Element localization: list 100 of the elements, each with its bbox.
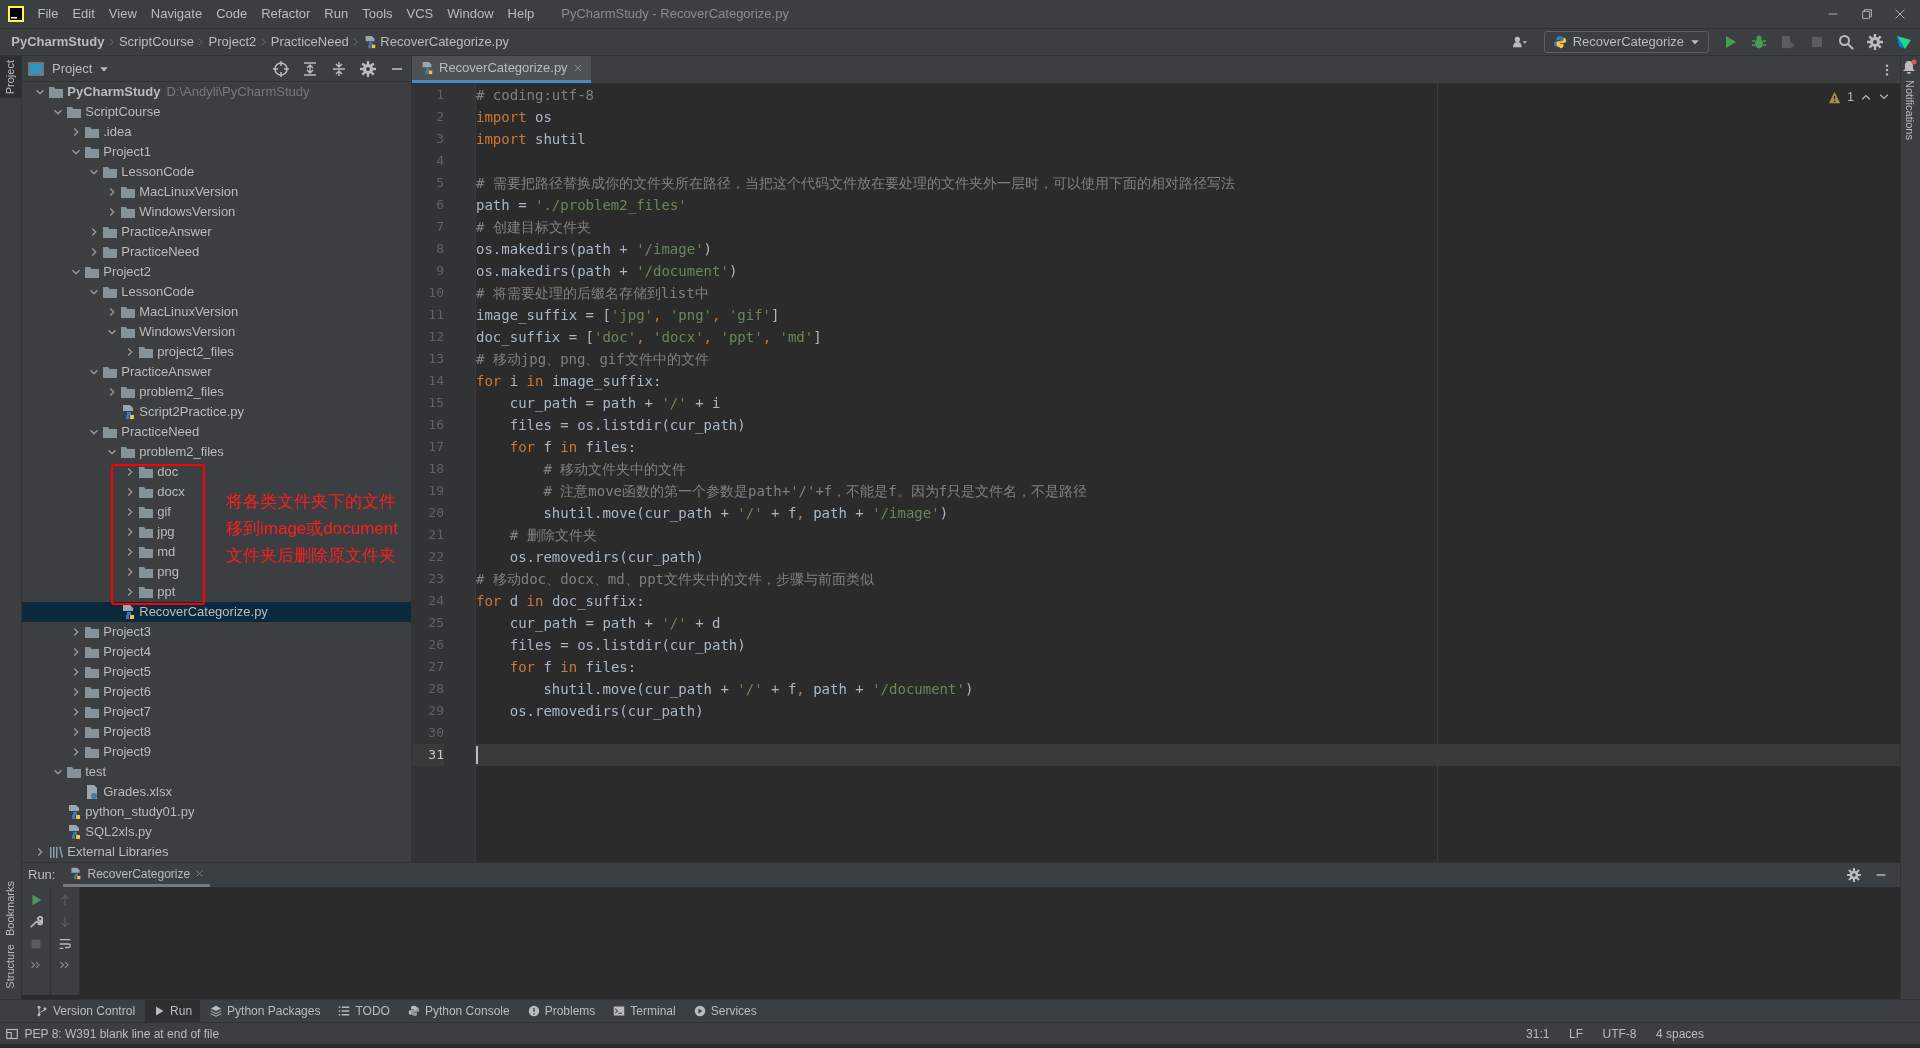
tree-item[interactable]: jpg bbox=[122, 522, 177, 542]
code-line: # 创建目标文件夹 bbox=[476, 218, 591, 237]
tree-item[interactable]: PracticeNeed bbox=[86, 422, 202, 442]
tree-item[interactable]: MacLinuxVersion bbox=[104, 182, 241, 202]
run-configuration-dropdown[interactable]: RecoverCategorize bbox=[1543, 31, 1709, 53]
menu-item[interactable]: Window bbox=[440, 4, 501, 24]
side-tab[interactable]: Project bbox=[0, 56, 21, 99]
tree-item[interactable]: LessonCode bbox=[86, 282, 197, 302]
side-tab[interactable]: Structure bbox=[0, 939, 21, 993]
breadcrumb[interactable]: PyCharmStudy bbox=[11, 32, 105, 52]
tree-item[interactable]: Grades.xlsx bbox=[68, 782, 174, 802]
side-tab[interactable]: Bookmarks bbox=[0, 876, 21, 940]
tree-item[interactable]: PracticeAnswer bbox=[86, 222, 214, 242]
tree-item[interactable]: Project6 bbox=[68, 682, 153, 702]
breadcrumb[interactable]: Project2 bbox=[208, 32, 257, 52]
tool-window-button[interactable]: Python Packages bbox=[202, 1000, 329, 1022]
menu-item[interactable]: Help bbox=[500, 4, 542, 24]
tree-item[interactable]: md bbox=[122, 542, 178, 562]
tool-window-button[interactable]: Python Console bbox=[399, 1000, 518, 1022]
run-tab[interactable]: RecoverCategorize bbox=[63, 863, 211, 887]
status-item[interactable]: UTF-8 bbox=[1602, 1024, 1637, 1043]
breadcrumb[interactable]: ScriptCourse bbox=[118, 32, 195, 52]
status-item[interactable]: LF bbox=[1568, 1024, 1583, 1043]
tree-item[interactable]: MacLinuxVersion bbox=[104, 302, 241, 322]
expand-icon[interactable] bbox=[59, 959, 71, 971]
wrench-icon[interactable] bbox=[29, 915, 43, 929]
breadcrumb[interactable]: RecoverCategorize.py bbox=[363, 32, 509, 52]
code-line: for f in files: bbox=[508, 658, 637, 677]
search-icon[interactable] bbox=[1838, 34, 1854, 50]
tree-item[interactable]: PracticeAnswer bbox=[86, 362, 214, 382]
code-line: import os bbox=[476, 108, 552, 127]
tree-item[interactable]: Project1 bbox=[68, 142, 153, 162]
tree-item[interactable]: LessonCode bbox=[86, 162, 197, 182]
collapse-all-icon[interactable] bbox=[331, 60, 347, 77]
notification-bell-icon[interactable] bbox=[1901, 58, 1917, 75]
panel-toggle-icon[interactable] bbox=[6, 1027, 18, 1040]
tree-item[interactable]: Project4 bbox=[68, 642, 153, 662]
tool-window-button[interactable]: Terminal bbox=[605, 1000, 684, 1022]
expand-all-icon[interactable] bbox=[302, 60, 318, 77]
menu-item[interactable]: View bbox=[101, 4, 144, 24]
folder-icon bbox=[138, 584, 154, 600]
tree-item[interactable]: RecoverCategorize.py bbox=[104, 602, 270, 622]
tree-item[interactable]: ScriptCourse bbox=[50, 102, 163, 122]
menu-item[interactable]: File bbox=[30, 4, 66, 24]
tree-item[interactable]: External Libraries bbox=[32, 842, 171, 862]
menu-item[interactable]: Navigate bbox=[143, 4, 210, 24]
tree-item[interactable]: problem2_files bbox=[104, 382, 226, 402]
tree-item[interactable]: python_study01.py bbox=[50, 802, 197, 822]
menu-item[interactable]: Code bbox=[209, 4, 255, 24]
settings-icon[interactable] bbox=[1867, 34, 1883, 50]
close-icon[interactable] bbox=[1893, 7, 1907, 21]
menu-item[interactable]: Edit bbox=[65, 4, 102, 24]
tree-item[interactable]: WindowsVersion bbox=[104, 202, 238, 222]
tree-item[interactable]: ppt bbox=[122, 582, 178, 602]
tool-window-button[interactable]: Version Control bbox=[28, 1000, 144, 1022]
side-tab[interactable]: Notifications bbox=[1901, 75, 1918, 144]
project-view-dropdown[interactable]: Project bbox=[52, 58, 202, 79]
tree-item[interactable]: Project2 bbox=[68, 262, 153, 282]
restore-icon[interactable] bbox=[1859, 7, 1874, 21]
tree-item[interactable]: problem2_files bbox=[104, 442, 226, 462]
tool-window-button[interactable]: Run bbox=[145, 1000, 201, 1022]
tree-item[interactable]: png bbox=[122, 562, 181, 582]
tree-item[interactable]: PracticeNeed bbox=[86, 242, 202, 262]
tree-item[interactable]: Script2Practice.py bbox=[104, 402, 246, 422]
tree-item[interactable]: .idea bbox=[68, 122, 134, 142]
tree-item[interactable]: SQL2xls.py bbox=[50, 822, 154, 842]
tree-item[interactable]: Project5 bbox=[68, 662, 153, 682]
tree-item[interactable]: Project3 bbox=[68, 622, 153, 642]
code-line: # 注意move函数的第一个参数是path+'/'+f，不能是f。因为f只是文件名，不是路径 bbox=[542, 482, 1088, 501]
settings-icon[interactable] bbox=[1846, 868, 1861, 882]
soft-wrap-icon[interactable] bbox=[58, 937, 72, 951]
tree-item[interactable]: PyCharmStudy D:\Andyli\PyCharmStudy bbox=[32, 82, 312, 102]
menu-item[interactable]: VCS bbox=[399, 4, 441, 24]
tree-item[interactable]: Project9 bbox=[68, 742, 153, 762]
tree-item[interactable]: project2_files bbox=[122, 342, 236, 362]
tree-item[interactable]: WindowsVersion bbox=[104, 322, 238, 342]
locate-icon[interactable] bbox=[273, 60, 289, 77]
expand-icon[interactable] bbox=[30, 959, 42, 971]
tree-item[interactable]: Project7 bbox=[68, 702, 153, 722]
menu-item[interactable]: Refactor bbox=[254, 4, 318, 24]
tool-window-button[interactable]: Services bbox=[685, 1000, 765, 1022]
menu-item[interactable]: Run bbox=[317, 4, 356, 24]
status-item[interactable]: 4 spaces bbox=[1655, 1024, 1704, 1043]
bug-icon[interactable] bbox=[1751, 34, 1767, 50]
tree-item[interactable]: gif bbox=[122, 502, 173, 522]
settings-icon[interactable] bbox=[360, 60, 376, 77]
menu-item[interactable]: Tools bbox=[355, 4, 400, 24]
tree-item[interactable]: docx bbox=[122, 482, 187, 502]
close-icon[interactable] bbox=[195, 869, 205, 878]
close-icon[interactable] bbox=[572, 63, 583, 73]
tree-item[interactable]: Project8 bbox=[68, 722, 153, 742]
code-line: os.makedirs(path + '/document') bbox=[476, 262, 738, 281]
status-item[interactable]: 31:1 bbox=[1526, 1024, 1550, 1043]
plugin-logo-icon[interactable] bbox=[1896, 34, 1912, 50]
tool-window-button[interactable]: TODO bbox=[330, 1000, 398, 1022]
tree-item[interactable]: doc bbox=[122, 462, 181, 482]
tree-item[interactable]: test bbox=[50, 762, 109, 782]
breadcrumb[interactable]: PracticeNeed bbox=[270, 32, 349, 52]
editor-tab[interactable]: RecoverCategorize.py bbox=[412, 56, 591, 83]
tool-window-button[interactable]: Problems bbox=[519, 1000, 604, 1022]
